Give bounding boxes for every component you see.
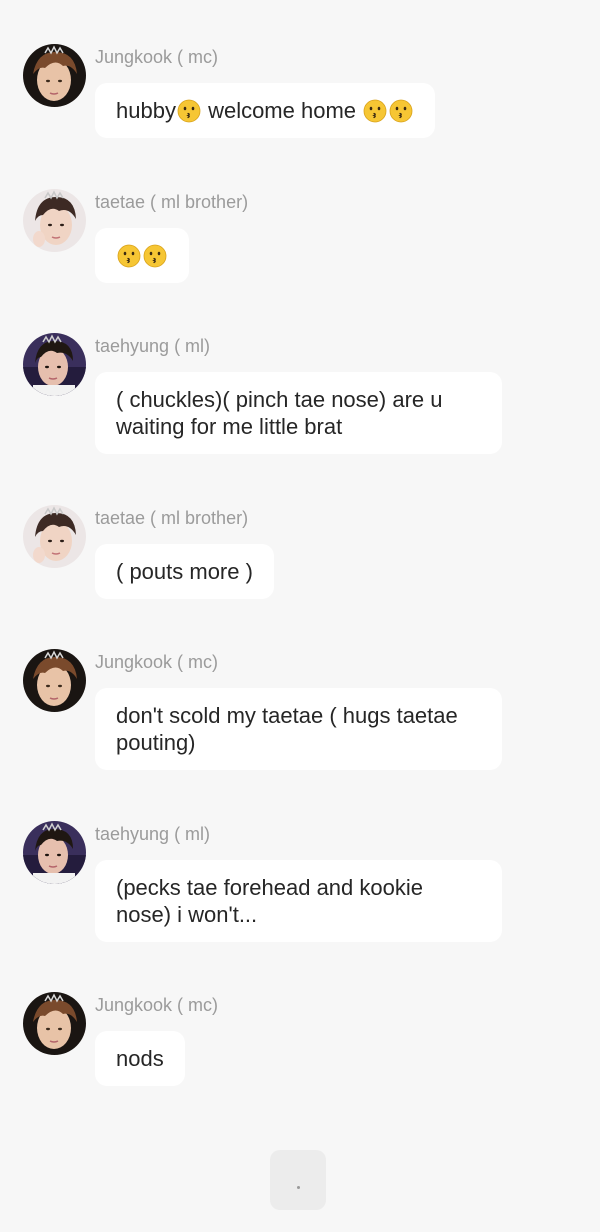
message-bubble[interactable] xyxy=(95,228,189,283)
taetae-avatar[interactable] xyxy=(23,505,86,568)
message-text: welcome home xyxy=(201,98,363,123)
kiss-emoji-icon xyxy=(389,99,413,123)
message-bubble[interactable]: ( pouts more ) xyxy=(95,544,274,599)
sender-name: Jungkook ( mc) xyxy=(95,995,219,1015)
jungkook-avatar[interactable] xyxy=(23,44,86,107)
message-bubble[interactable]: nods xyxy=(95,1031,185,1086)
typing-indicator xyxy=(270,1150,326,1210)
taetae-avatar[interactable] xyxy=(23,189,86,252)
kiss-emoji-icon xyxy=(177,99,201,123)
taehyung-avatar[interactable] xyxy=(23,333,86,396)
jungkook-avatar[interactable] xyxy=(23,992,86,1055)
message-bubble[interactable]: hubby welcome home xyxy=(95,83,436,138)
kiss-emoji-icon xyxy=(363,99,387,123)
message-text: hubby xyxy=(116,98,176,123)
jungkook-avatar[interactable] xyxy=(23,649,86,712)
kiss-emoji-icon xyxy=(117,244,141,268)
taehyung-avatar[interactable] xyxy=(23,821,86,884)
sender-name: taehyung ( ml) xyxy=(95,824,211,844)
sender-name: Jungkook ( mc) xyxy=(95,47,219,67)
sender-name: Jungkook ( mc) xyxy=(95,652,219,672)
message-bubble[interactable]: don't scold my taetae ( hugs taetae pout… xyxy=(95,688,502,770)
kiss-emoji-icon xyxy=(143,244,167,268)
message-bubble[interactable]: (pecks tae forehead and kookie nose) i w… xyxy=(95,860,502,942)
sender-name: taetae ( ml brother) xyxy=(95,508,249,528)
sender-name: taehyung ( ml) xyxy=(95,336,211,356)
message-bubble[interactable]: ( chuckles)( pinch tae nose) are u waiti… xyxy=(95,372,502,454)
sender-name: taetae ( ml brother) xyxy=(95,192,249,212)
typing-dot-icon xyxy=(297,1186,300,1189)
